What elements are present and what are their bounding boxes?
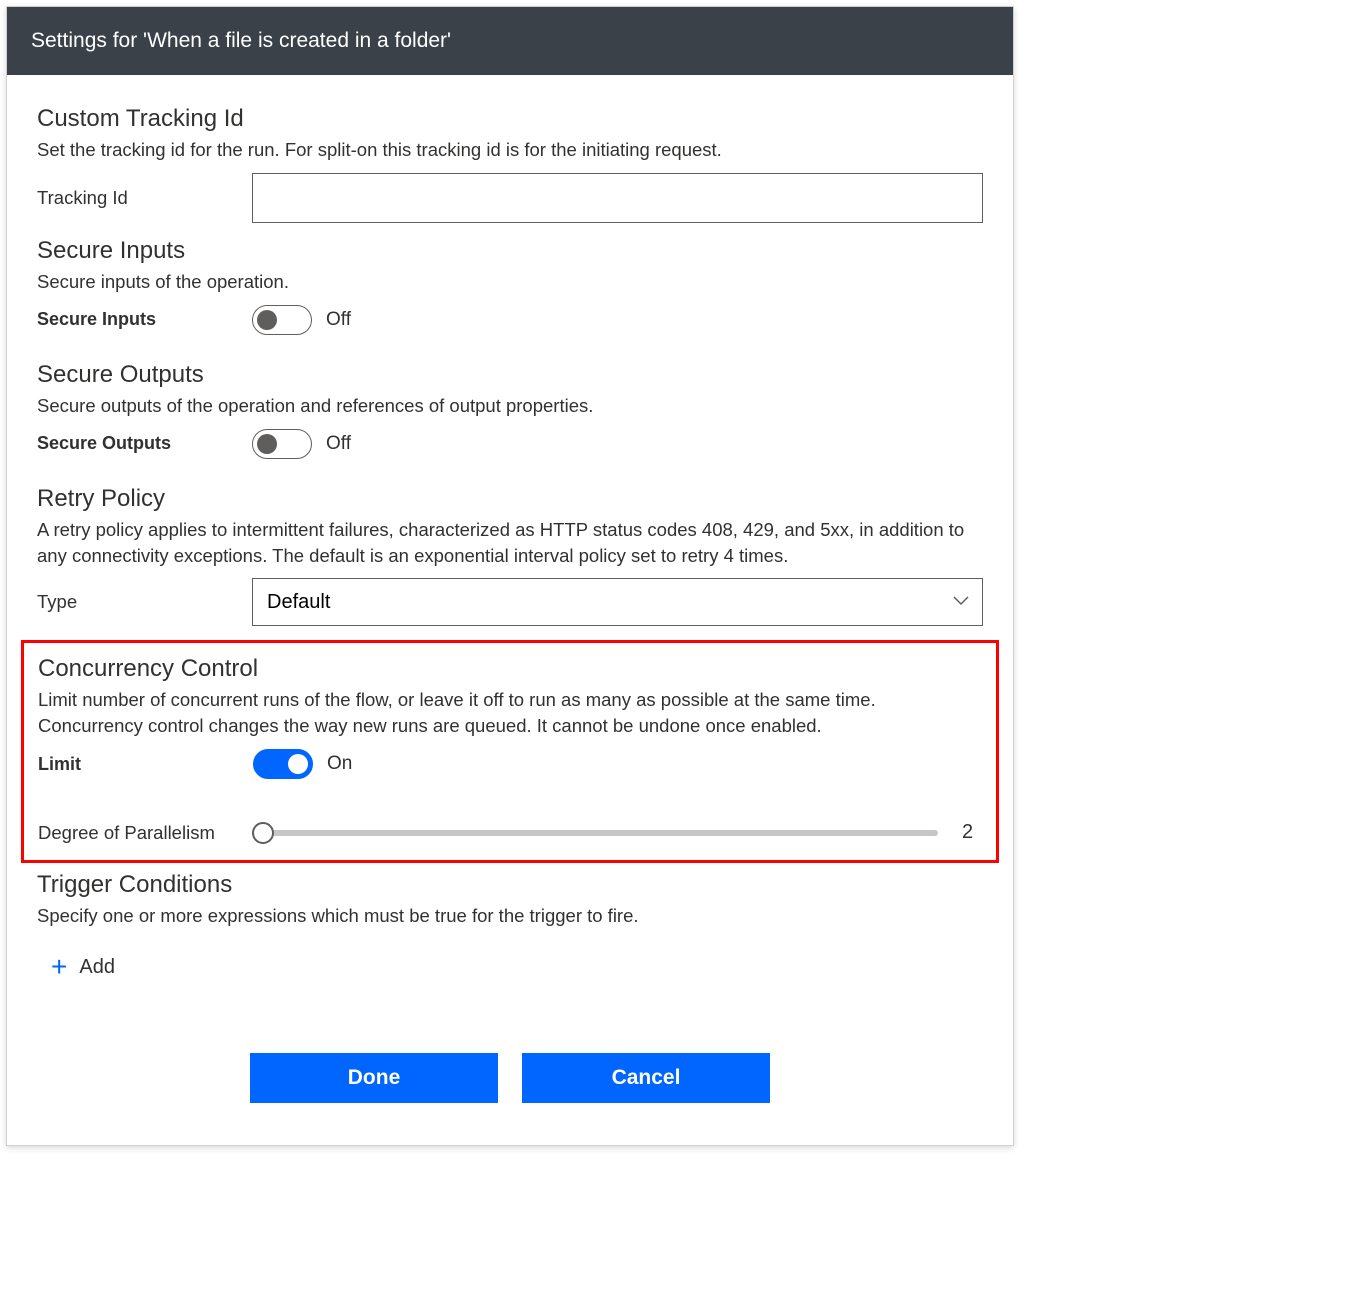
trigger-conditions-desc: Specify one or more expressions which mu…: [37, 903, 983, 929]
retry-policy-desc: A retry policy applies to intermittent f…: [37, 517, 983, 569]
secure-inputs-state: Off: [326, 309, 351, 331]
plus-icon: +: [51, 953, 67, 981]
parallelism-slider-wrapper: 2: [253, 821, 982, 844]
parallelism-label: Degree of Parallelism: [38, 822, 253, 844]
section-custom-tracking: Custom Tracking Id Set the tracking id f…: [37, 105, 983, 223]
tracking-id-input[interactable]: [252, 173, 983, 223]
retry-policy-title: Retry Policy: [37, 485, 983, 513]
done-button[interactable]: Done: [250, 1053, 498, 1103]
secure-inputs-toggle[interactable]: [252, 305, 312, 335]
secure-inputs-toggle-container: Off: [252, 305, 351, 335]
parallelism-row: Degree of Parallelism 2: [38, 821, 982, 844]
concurrency-state: On: [327, 753, 352, 775]
concurrency-desc: Limit number of concurrent runs of the f…: [38, 687, 982, 739]
add-condition-button[interactable]: + Add: [51, 947, 115, 987]
dialog-header: Settings for 'When a file is created in …: [7, 7, 1013, 75]
secure-outputs-row: Secure Outputs Off: [37, 429, 983, 459]
retry-type-row: Type Default: [37, 578, 983, 626]
dialog-title: Settings for 'When a file is created in …: [31, 29, 451, 52]
secure-outputs-toggle[interactable]: [252, 429, 312, 459]
secure-outputs-desc: Secure outputs of the operation and refe…: [37, 393, 983, 419]
secure-outputs-state: Off: [326, 433, 351, 455]
secure-outputs-label: Secure Outputs: [37, 433, 252, 454]
settings-dialog: Settings for 'When a file is created in …: [6, 6, 1014, 1146]
parallelism-slider[interactable]: [253, 830, 938, 836]
secure-inputs-label: Secure Inputs: [37, 309, 252, 330]
add-label: Add: [79, 956, 115, 979]
tracking-id-label: Tracking Id: [37, 187, 252, 209]
retry-type-select-wrapper: Default: [252, 578, 983, 626]
secure-inputs-desc: Secure inputs of the operation.: [37, 269, 983, 295]
parallelism-value: 2: [962, 821, 982, 844]
retry-type-select[interactable]: Default: [252, 578, 983, 626]
dialog-footer: Done Cancel: [37, 1013, 983, 1115]
secure-outputs-toggle-container: Off: [252, 429, 351, 459]
dialog-body: Custom Tracking Id Set the tracking id f…: [7, 75, 1013, 1145]
section-retry-policy: Retry Policy A retry policy applies to i…: [37, 485, 983, 627]
parallelism-slider-thumb[interactable]: [252, 822, 274, 844]
cancel-button[interactable]: Cancel: [522, 1053, 770, 1103]
secure-inputs-title: Secure Inputs: [37, 237, 983, 265]
secure-outputs-title: Secure Outputs: [37, 361, 983, 389]
section-trigger-conditions: Trigger Conditions Specify one or more e…: [37, 871, 983, 987]
secure-inputs-row: Secure Inputs Off: [37, 305, 983, 335]
concurrency-toggle-container: On: [253, 749, 352, 779]
section-secure-inputs: Secure Inputs Secure inputs of the opera…: [37, 237, 983, 335]
concurrency-limit-row: Limit On: [38, 749, 982, 779]
concurrency-highlight: Concurrency Control Limit number of conc…: [21, 640, 999, 863]
concurrency-limit-label: Limit: [38, 754, 253, 775]
trigger-conditions-title: Trigger Conditions: [37, 871, 983, 899]
retry-type-label: Type: [37, 591, 252, 613]
section-secure-outputs: Secure Outputs Secure outputs of the ope…: [37, 361, 983, 459]
concurrency-limit-toggle[interactable]: [253, 749, 313, 779]
concurrency-title: Concurrency Control: [38, 655, 982, 683]
custom-tracking-desc: Set the tracking id for the run. For spl…: [37, 137, 983, 163]
tracking-id-row: Tracking Id: [37, 173, 983, 223]
custom-tracking-title: Custom Tracking Id: [37, 105, 983, 133]
